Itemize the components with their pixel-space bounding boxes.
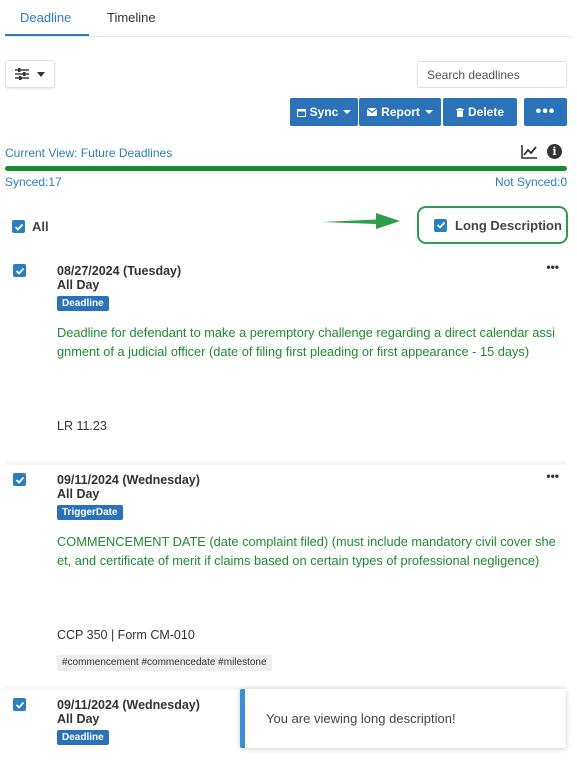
tab-timeline[interactable]: Timeline [107, 10, 156, 25]
report-button[interactable]: Report [359, 98, 441, 126]
checkbox-checked-icon[interactable] [434, 218, 447, 232]
chevron-down-icon [37, 71, 45, 77]
arrow-right-icon [322, 213, 400, 229]
deadline-date: 08/27/2024 (Tuesday) [57, 264, 182, 278]
deadline-card: 08/27/2024 (Tuesday) All Day Deadline ••… [5, 256, 567, 461]
delete-button[interactable]: Delete [443, 98, 517, 126]
deadline-time: All Day [57, 278, 100, 292]
deadline-tags[interactable]: #commencement #commencedate #milestone [57, 655, 272, 671]
search-input[interactable] [417, 61, 567, 88]
select-all-checkbox[interactable]: All [12, 219, 49, 234]
tab-deadline[interactable]: Deadline [20, 10, 71, 25]
checkbox-checked-icon[interactable] [13, 264, 26, 277]
sliders-icon [15, 68, 29, 80]
select-all-label: All [32, 219, 49, 234]
toast-notification[interactable]: You are viewing long description! [240, 689, 566, 748]
deadline-date: 09/11/2024 (Wednesday) [57, 698, 200, 712]
checkbox-checked-icon[interactable] [12, 220, 25, 233]
deadline-rule: CCP 350 | Form CM-010 [57, 628, 195, 642]
tab-bar: Deadline Timeline [5, 0, 572, 37]
deadline-type-badge: TriggerDate [57, 505, 123, 520]
delete-label: Delete [467, 105, 505, 119]
not-synced-count[interactable]: Not Synced:0 [495, 175, 567, 189]
more-options-icon[interactable]: ••• [546, 260, 559, 274]
more-options-icon[interactable]: ••• [546, 469, 559, 483]
deadline-date: 09/11/2024 (Wednesday) [57, 473, 200, 487]
line-chart-icon[interactable] [521, 144, 538, 159]
checkbox-checked-icon[interactable] [13, 473, 26, 486]
deadline-type-badge: Deadline [57, 296, 109, 311]
chevron-down-icon [343, 110, 352, 114]
tab-divider [5, 36, 572, 37]
deadline-time: All Day [57, 712, 100, 726]
current-view-label[interactable]: Current View: Future Deadlines [5, 146, 172, 160]
chevron-down-icon [424, 110, 433, 114]
long-description-toggle[interactable]: Long Description [417, 206, 568, 244]
deadline-rule: LR 11.23 [57, 419, 107, 433]
synced-count[interactable]: Synced:17 [5, 175, 62, 189]
envelope-icon [367, 108, 378, 116]
deadline-time: All Day [57, 487, 100, 501]
checkbox-checked-icon[interactable] [13, 698, 26, 711]
sync-progress-bar [5, 166, 567, 171]
info-icon[interactable]: i [547, 144, 562, 159]
calendar-icon [296, 108, 306, 117]
sync-label: Sync [309, 105, 339, 119]
toast-message: You are viewing long description! [266, 711, 456, 726]
trash-icon [455, 107, 464, 117]
deadline-type-badge: Deadline [57, 730, 109, 745]
sync-button[interactable]: Sync [290, 98, 358, 126]
more-actions-button[interactable]: ••• [524, 98, 567, 126]
deadline-description: COMMENCEMENT DATE (date complaint filed)… [57, 534, 556, 568]
deadline-description: Deadline for defendant to make a perempt… [57, 325, 555, 359]
long-description-label: Long Description [455, 217, 562, 233]
deadline-card: 09/11/2024 (Wednesday) All Day TriggerDa… [5, 465, 567, 686]
filter-dropdown-button[interactable] [5, 60, 55, 88]
report-label: Report [381, 105, 420, 119]
